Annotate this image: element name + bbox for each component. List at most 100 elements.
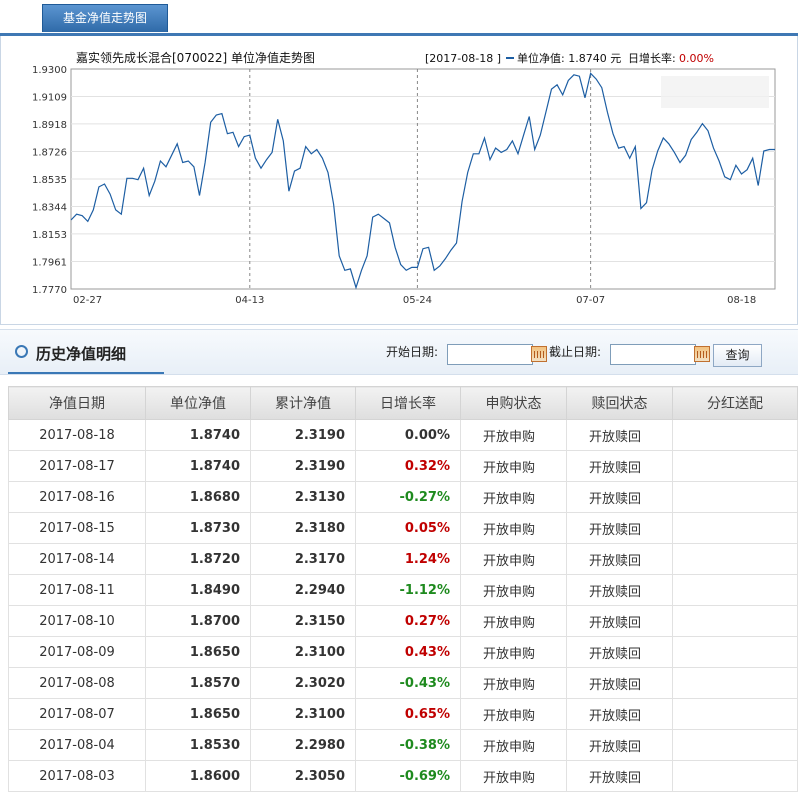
calendar-icon[interactable] [531, 346, 547, 362]
table-row: 2017-08-16 1.8680 2.3130 -0.27% 开放申购 开放赎回 [8, 481, 798, 513]
daily-change-cell: -0.38% [355, 729, 461, 761]
unit-nav-cell: 1.8650 [145, 698, 251, 730]
nav-line-chart: 1.9300 1.9109 1.8918 1.8726 1.8535 1.8344 1.81… [32, 50, 776, 306]
purchase-status-cell: 开放申购 [460, 450, 567, 482]
y-tick-label: 1.9109 [32, 92, 67, 103]
table-row: 2017-08-18 1.8740 2.3190 0.00% 开放申购 开放赎回 [8, 419, 798, 451]
nav-date-cell: 2017-08-10 [8, 605, 146, 637]
purchase-status-cell: 开放申购 [460, 574, 567, 606]
chart-title: 嘉实领先成长混合[070022] 单位净值走势图 [76, 50, 315, 65]
x-tick-label: 02-27 [73, 295, 102, 306]
table-row: 2017-08-04 1.8530 2.2980 -0.38% 开放申购 开放赎回 [8, 729, 798, 761]
purchase-status-cell: 开放申购 [460, 636, 567, 668]
chart-info-date: [2017-08-18 ] [425, 52, 501, 65]
table-row: 2017-08-09 1.8650 2.3100 0.43% 开放申购 开放赎回 [8, 636, 798, 668]
column-header: 单位净值 [145, 386, 251, 420]
table-header-row: 净值日期 单位净值 累计净值 日增长率 申购状态 赎回状态 分红送配 [8, 386, 798, 420]
purchase-status-cell: 开放申购 [460, 481, 567, 513]
table-row: 2017-08-11 1.8490 2.2940 -1.12% 开放申购 开放赎回 [8, 574, 798, 606]
table-row: 2017-08-15 1.8730 2.3180 0.05% 开放申购 开放赎回 [8, 512, 798, 544]
purchase-status-cell: 开放申购 [460, 667, 567, 699]
section-title: 历史净值明细 [36, 345, 127, 363]
dividend-cell [672, 698, 798, 730]
y-tick-label: 1.9300 [32, 65, 67, 76]
redeem-status-cell: 开放赎回 [566, 512, 673, 544]
nav-date-cell: 2017-08-11 [8, 574, 146, 606]
cumulative-nav-cell: 2.2940 [250, 574, 356, 606]
query-button[interactable]: 查询 [713, 344, 762, 367]
redeem-status-cell: 开放赎回 [566, 419, 673, 451]
table-body: 2017-08-18 1.8740 2.3190 0.00% 开放申购 开放赎回 2017-… [8, 419, 798, 792]
daily-change-cell: 0.65% [355, 698, 461, 730]
nav-date-cell: 2017-08-15 [8, 512, 146, 544]
nav-date-cell: 2017-08-17 [8, 450, 146, 482]
purchase-status-cell: 开放申购 [460, 698, 567, 730]
daily-change-cell: 0.43% [355, 636, 461, 668]
unit-nav-cell: 1.8740 [145, 450, 251, 482]
x-tick-label: 07-07 [576, 295, 605, 306]
purchase-status-cell: 开放申购 [460, 729, 567, 761]
unit-nav-cell: 1.8720 [145, 543, 251, 575]
redeem-status-cell: 开放赎回 [566, 574, 673, 606]
nav-history-table: 净值日期 单位净值 累计净值 日增长率 申购状态 赎回状态 分红送配 2017-08-18 1… [8, 386, 798, 792]
table-row: 2017-08-08 1.8570 2.3020 -0.43% 开放申购 开放赎回 [8, 667, 798, 699]
cumulative-nav-cell: 2.2980 [250, 729, 356, 761]
nav-date-cell: 2017-08-14 [8, 543, 146, 575]
table-row: 2017-08-03 1.8600 2.3050 -0.69% 开放申购 开放赎回 [8, 760, 798, 792]
redeem-status-cell: 开放赎回 [566, 636, 673, 668]
unit-nav-cell: 1.8730 [145, 512, 251, 544]
nav-date-cell: 2017-08-07 [8, 698, 146, 730]
end-date-input[interactable] [610, 344, 696, 365]
nav-date-cell: 2017-08-04 [8, 729, 146, 761]
start-date-input[interactable] [447, 344, 533, 365]
column-header: 日增长率 [355, 386, 461, 420]
y-tick-label: 1.8344 [32, 202, 67, 213]
cumulative-nav-cell: 2.3190 [250, 450, 356, 482]
redeem-status-cell: 开放赎回 [566, 698, 673, 730]
circle-icon [15, 345, 28, 358]
redeem-status-cell: 开放赎回 [566, 543, 673, 575]
cumulative-nav-cell: 2.3100 [250, 636, 356, 668]
redeem-status-cell: 开放赎回 [566, 760, 673, 792]
column-header: 净值日期 [8, 386, 146, 420]
y-tick-label: 1.8918 [32, 120, 67, 131]
dividend-cell [672, 667, 798, 699]
section-underline [8, 372, 164, 374]
top-tab-bar: 基金净值走势图 [0, 0, 798, 36]
y-tick-label: 1.7770 [32, 285, 67, 296]
y-tick-label: 1.8153 [32, 230, 67, 241]
purchase-status-cell: 开放申购 [460, 760, 567, 792]
cumulative-nav-cell: 2.3100 [250, 698, 356, 730]
purchase-status-cell: 开放申购 [460, 419, 567, 451]
unit-nav-cell: 1.8600 [145, 760, 251, 792]
nav-date-cell: 2017-08-18 [8, 419, 146, 451]
redeem-status-cell: 开放赎回 [566, 605, 673, 637]
column-header: 累计净值 [250, 386, 356, 420]
purchase-status-cell: 开放申购 [460, 605, 567, 637]
unit-nav-cell: 1.8490 [145, 574, 251, 606]
unit-nav-cell: 1.8530 [145, 729, 251, 761]
y-tick-label: 1.8726 [32, 148, 67, 159]
nav-date-cell: 2017-08-16 [8, 481, 146, 513]
unit-nav-cell: 1.8570 [145, 667, 251, 699]
daily-change-cell: 0.00% [355, 419, 461, 451]
dividend-cell [672, 512, 798, 544]
tab-fund-nav-chart[interactable]: 基金净值走势图 [42, 4, 168, 32]
daily-change-cell: 1.24% [355, 543, 461, 575]
column-header: 申购状态 [460, 386, 567, 420]
table-row: 2017-08-07 1.8650 2.3100 0.65% 开放申购 开放赎回 [8, 698, 798, 730]
redeem-status-cell: 开放赎回 [566, 729, 673, 761]
table-row: 2017-08-14 1.8720 2.3170 1.24% 开放申购 开放赎回 [8, 543, 798, 575]
daily-change-cell: -0.27% [355, 481, 461, 513]
daily-change-cell: -0.43% [355, 667, 461, 699]
unit-nav-cell: 1.8740 [145, 419, 251, 451]
purchase-status-cell: 开放申购 [460, 543, 567, 575]
dividend-cell [672, 481, 798, 513]
y-tick-label: 1.8535 [32, 175, 67, 186]
redeem-status-cell: 开放赎回 [566, 667, 673, 699]
daily-change-cell: 0.32% [355, 450, 461, 482]
column-header: 赎回状态 [566, 386, 673, 420]
x-tick-label: 08-18 [727, 295, 756, 306]
calendar-icon[interactable] [694, 346, 710, 362]
nav-date-cell: 2017-08-09 [8, 636, 146, 668]
